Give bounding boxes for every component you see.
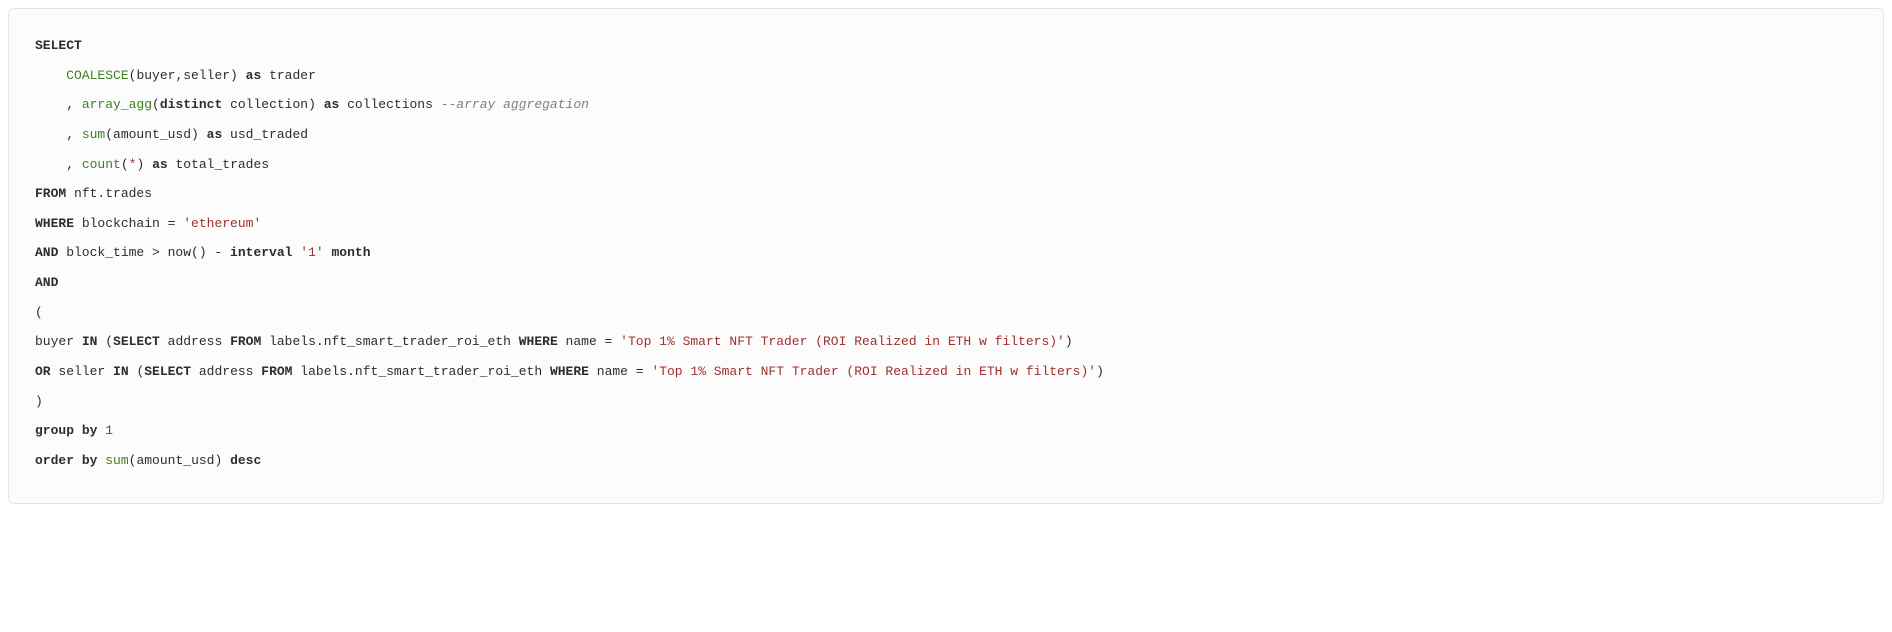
kw-distinct: distinct [160, 97, 222, 112]
kw-or: OR [35, 364, 51, 379]
kw-where: WHERE [550, 364, 589, 379]
sql-code-block: SELECT COALESCE(buyer,seller) as trader … [8, 8, 1884, 504]
kw-in: IN [82, 334, 98, 349]
kw-as: as [207, 127, 223, 142]
kw-by: by [82, 423, 98, 438]
kw-by: by [82, 453, 98, 468]
kw-order: order [35, 453, 74, 468]
kw-where: WHERE [35, 216, 74, 231]
str-one: '1' [300, 245, 323, 260]
kw-where: WHERE [519, 334, 558, 349]
fn-coalesce: COALESCE [66, 68, 128, 83]
str-top1: 'Top 1% Smart NFT Trader (ROI Realized i… [651, 364, 1096, 379]
fn-sum: sum [105, 453, 128, 468]
kw-select: SELECT [144, 364, 191, 379]
kw-desc: desc [230, 453, 261, 468]
kw-group: group [35, 423, 74, 438]
fn-count: count [82, 157, 121, 172]
kw-from: FROM [261, 364, 292, 379]
comment: --array aggregation [441, 97, 589, 112]
kw-select: SELECT [35, 38, 82, 53]
str-ethereum: 'ethereum' [183, 216, 261, 231]
kw-from: FROM [35, 186, 66, 201]
code-content: SELECT COALESCE(buyer,seller) as trader … [35, 31, 1857, 475]
kw-as: as [324, 97, 340, 112]
kw-and: AND [35, 245, 58, 260]
kw-interval: interval [230, 245, 292, 260]
kw-in: IN [113, 364, 129, 379]
kw-as: as [152, 157, 168, 172]
kw-month: month [332, 245, 371, 260]
kw-and: AND [35, 275, 58, 290]
str-top1: 'Top 1% Smart NFT Trader (ROI Realized i… [620, 334, 1065, 349]
kw-from: FROM [230, 334, 261, 349]
fn-sum: sum [82, 127, 105, 142]
kw-select: SELECT [113, 334, 160, 349]
fn-array-agg: array_agg [82, 97, 152, 112]
num-one: 1 [105, 423, 113, 438]
kw-as: as [246, 68, 262, 83]
